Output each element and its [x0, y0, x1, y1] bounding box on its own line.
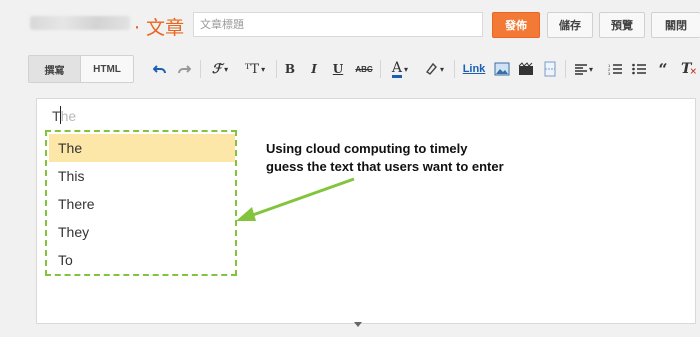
- strikethrough-icon[interactable]: ABC: [354, 60, 374, 78]
- font-family-icon[interactable]: ℱ ▾: [206, 60, 234, 78]
- save-button[interactable]: 儲存: [547, 12, 593, 38]
- post-breadcrumb: · 文章: [134, 17, 185, 39]
- tab-html[interactable]: HTML: [81, 56, 133, 82]
- text-color-icon[interactable]: A ▾: [386, 60, 414, 78]
- toolbar-separator: [276, 60, 277, 78]
- align-icon[interactable]: ▾: [571, 60, 597, 78]
- redo-icon[interactable]: [176, 60, 192, 78]
- annotation-arrow: [236, 177, 355, 221]
- svg-text:3: 3: [608, 71, 611, 75]
- suggestion-item[interactable]: The: [49, 134, 235, 162]
- annotation-line-1: Using cloud computing to timely: [266, 141, 468, 156]
- preview-button[interactable]: 預覽: [599, 12, 645, 38]
- toolbar-separator: [565, 60, 566, 78]
- typed-text: The: [52, 108, 76, 124]
- top-bar: · 文章 發佈 儲存 預覽 關閉: [0, 0, 700, 50]
- remove-formatting-icon[interactable]: T ×: [680, 60, 698, 78]
- quote-icon[interactable]: “: [655, 60, 671, 79]
- highlight-color-icon[interactable]: ▾: [420, 60, 448, 78]
- link-button[interactable]: Link: [461, 60, 487, 78]
- italic-icon[interactable]: I: [306, 60, 322, 78]
- ghost-completion: he: [60, 108, 77, 124]
- publish-button[interactable]: 發佈: [492, 12, 540, 38]
- post-title-input[interactable]: [193, 12, 483, 37]
- text-caret: [60, 106, 61, 124]
- image-icon[interactable]: [493, 60, 511, 78]
- underline-icon[interactable]: U: [330, 60, 346, 78]
- undo-icon[interactable]: [152, 60, 168, 78]
- suggestion-item[interactable]: There: [49, 190, 235, 218]
- toolbar-separator: [454, 60, 455, 78]
- blog-name-redacted: [30, 16, 130, 30]
- suggestion-item[interactable]: To: [49, 246, 235, 274]
- toolbar-separator: [200, 60, 201, 78]
- resize-handle-icon[interactable]: [354, 322, 362, 327]
- numbered-list-icon[interactable]: 123: [607, 60, 623, 78]
- tab-compose[interactable]: 撰寫: [29, 56, 81, 82]
- font-size-icon[interactable]: ᵀT ▾: [240, 60, 270, 78]
- editor-toolbar: 撰寫 HTML ℱ ▾ ᵀT ▾ B I U ABC A ▾ ▾ Link ▾ 123…: [0, 52, 700, 86]
- close-button[interactable]: 關閉: [651, 12, 700, 38]
- bullet-list-icon[interactable]: [631, 60, 647, 78]
- video-icon[interactable]: [517, 60, 535, 78]
- suggestion-item[interactable]: They: [49, 218, 235, 246]
- bold-icon[interactable]: B: [282, 60, 298, 78]
- suggestion-item[interactable]: This: [49, 162, 235, 190]
- mode-tabs: 撰寫 HTML: [28, 55, 134, 83]
- page-break-icon[interactable]: [541, 60, 559, 78]
- toolbar-separator: [380, 60, 381, 78]
- autocomplete-dropdown: The This There They To: [45, 130, 237, 276]
